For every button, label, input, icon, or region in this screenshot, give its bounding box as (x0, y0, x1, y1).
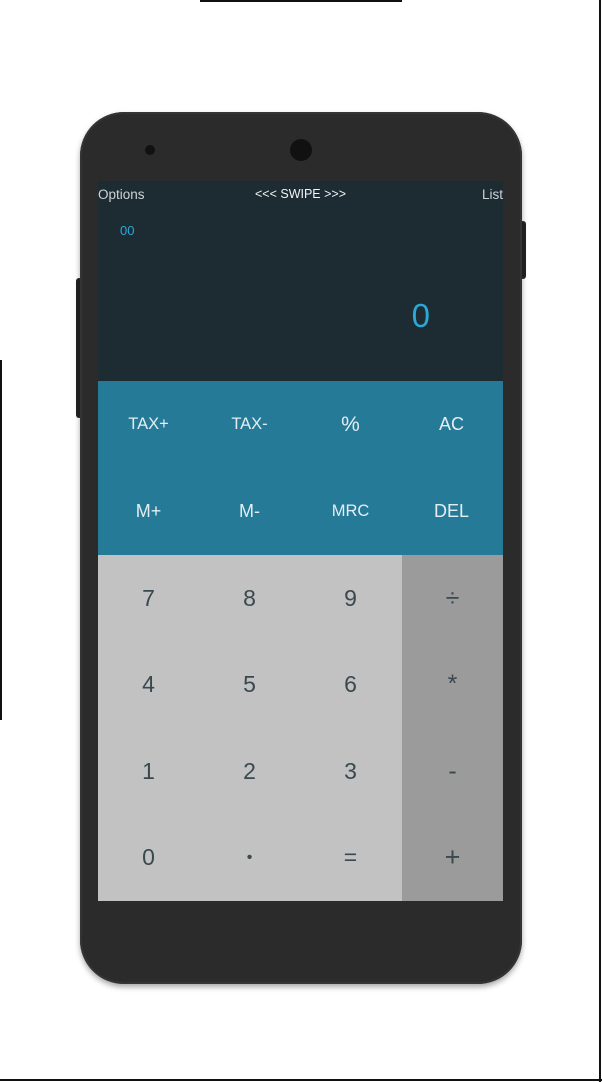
digit-6-key[interactable]: 6 (300, 642, 401, 729)
tax-minus-key[interactable]: TAX- (199, 381, 300, 468)
percent-key[interactable]: % (300, 381, 401, 468)
calculator-screen: Options <<< SWIPE >>> List 00 0 TAX+ TAX… (98, 181, 503, 901)
earpiece-speaker (145, 145, 155, 155)
memory-recall-clear-key[interactable]: MRC (300, 468, 401, 555)
frame-line-top (200, 0, 402, 2)
digit-9-key[interactable]: 9 (300, 555, 401, 642)
number-keypad: 7 8 9 4 5 6 1 2 3 0 • = (98, 555, 402, 901)
memory-value: 00 (120, 223, 135, 238)
operator-keypad: ÷ * - + (402, 555, 503, 901)
all-clear-key[interactable]: AC (401, 381, 502, 468)
digit-4-key[interactable]: 4 (98, 642, 199, 729)
front-camera (290, 139, 312, 161)
memory-minus-key[interactable]: M- (199, 468, 300, 555)
divide-key[interactable]: ÷ (402, 555, 503, 642)
digit-2-key[interactable]: 2 (199, 728, 300, 815)
memory-plus-key[interactable]: M+ (98, 468, 199, 555)
digit-0-key[interactable]: 0 (98, 815, 199, 902)
frame-line-bottom (0, 1079, 602, 1081)
digit-7-key[interactable]: 7 (98, 555, 199, 642)
digit-5-key[interactable]: 5 (199, 642, 300, 729)
subtract-key[interactable]: - (402, 728, 503, 815)
digit-1-key[interactable]: 1 (98, 728, 199, 815)
add-key[interactable]: + (402, 815, 503, 902)
top-bar: Options <<< SWIPE >>> List (98, 187, 503, 205)
frame-line-right (599, 0, 601, 1082)
decimal-point-key[interactable]: • (199, 815, 300, 902)
result-value: 0 (411, 297, 430, 334)
calculator-display: Options <<< SWIPE >>> List 00 0 (98, 181, 503, 381)
digit-8-key[interactable]: 8 (199, 555, 300, 642)
equals-key[interactable]: = (300, 815, 401, 902)
tax-plus-key[interactable]: TAX+ (98, 381, 199, 468)
function-keypad: TAX+ TAX- % AC M+ M- MRC DEL (98, 381, 503, 555)
list-button[interactable]: List (482, 187, 503, 202)
digit-3-key[interactable]: 3 (300, 728, 401, 815)
swipe-hint[interactable]: <<< SWIPE >>> (98, 187, 503, 201)
multiply-key[interactable]: * (402, 642, 503, 729)
delete-key[interactable]: DEL (401, 468, 502, 555)
frame-line-left (0, 360, 2, 720)
